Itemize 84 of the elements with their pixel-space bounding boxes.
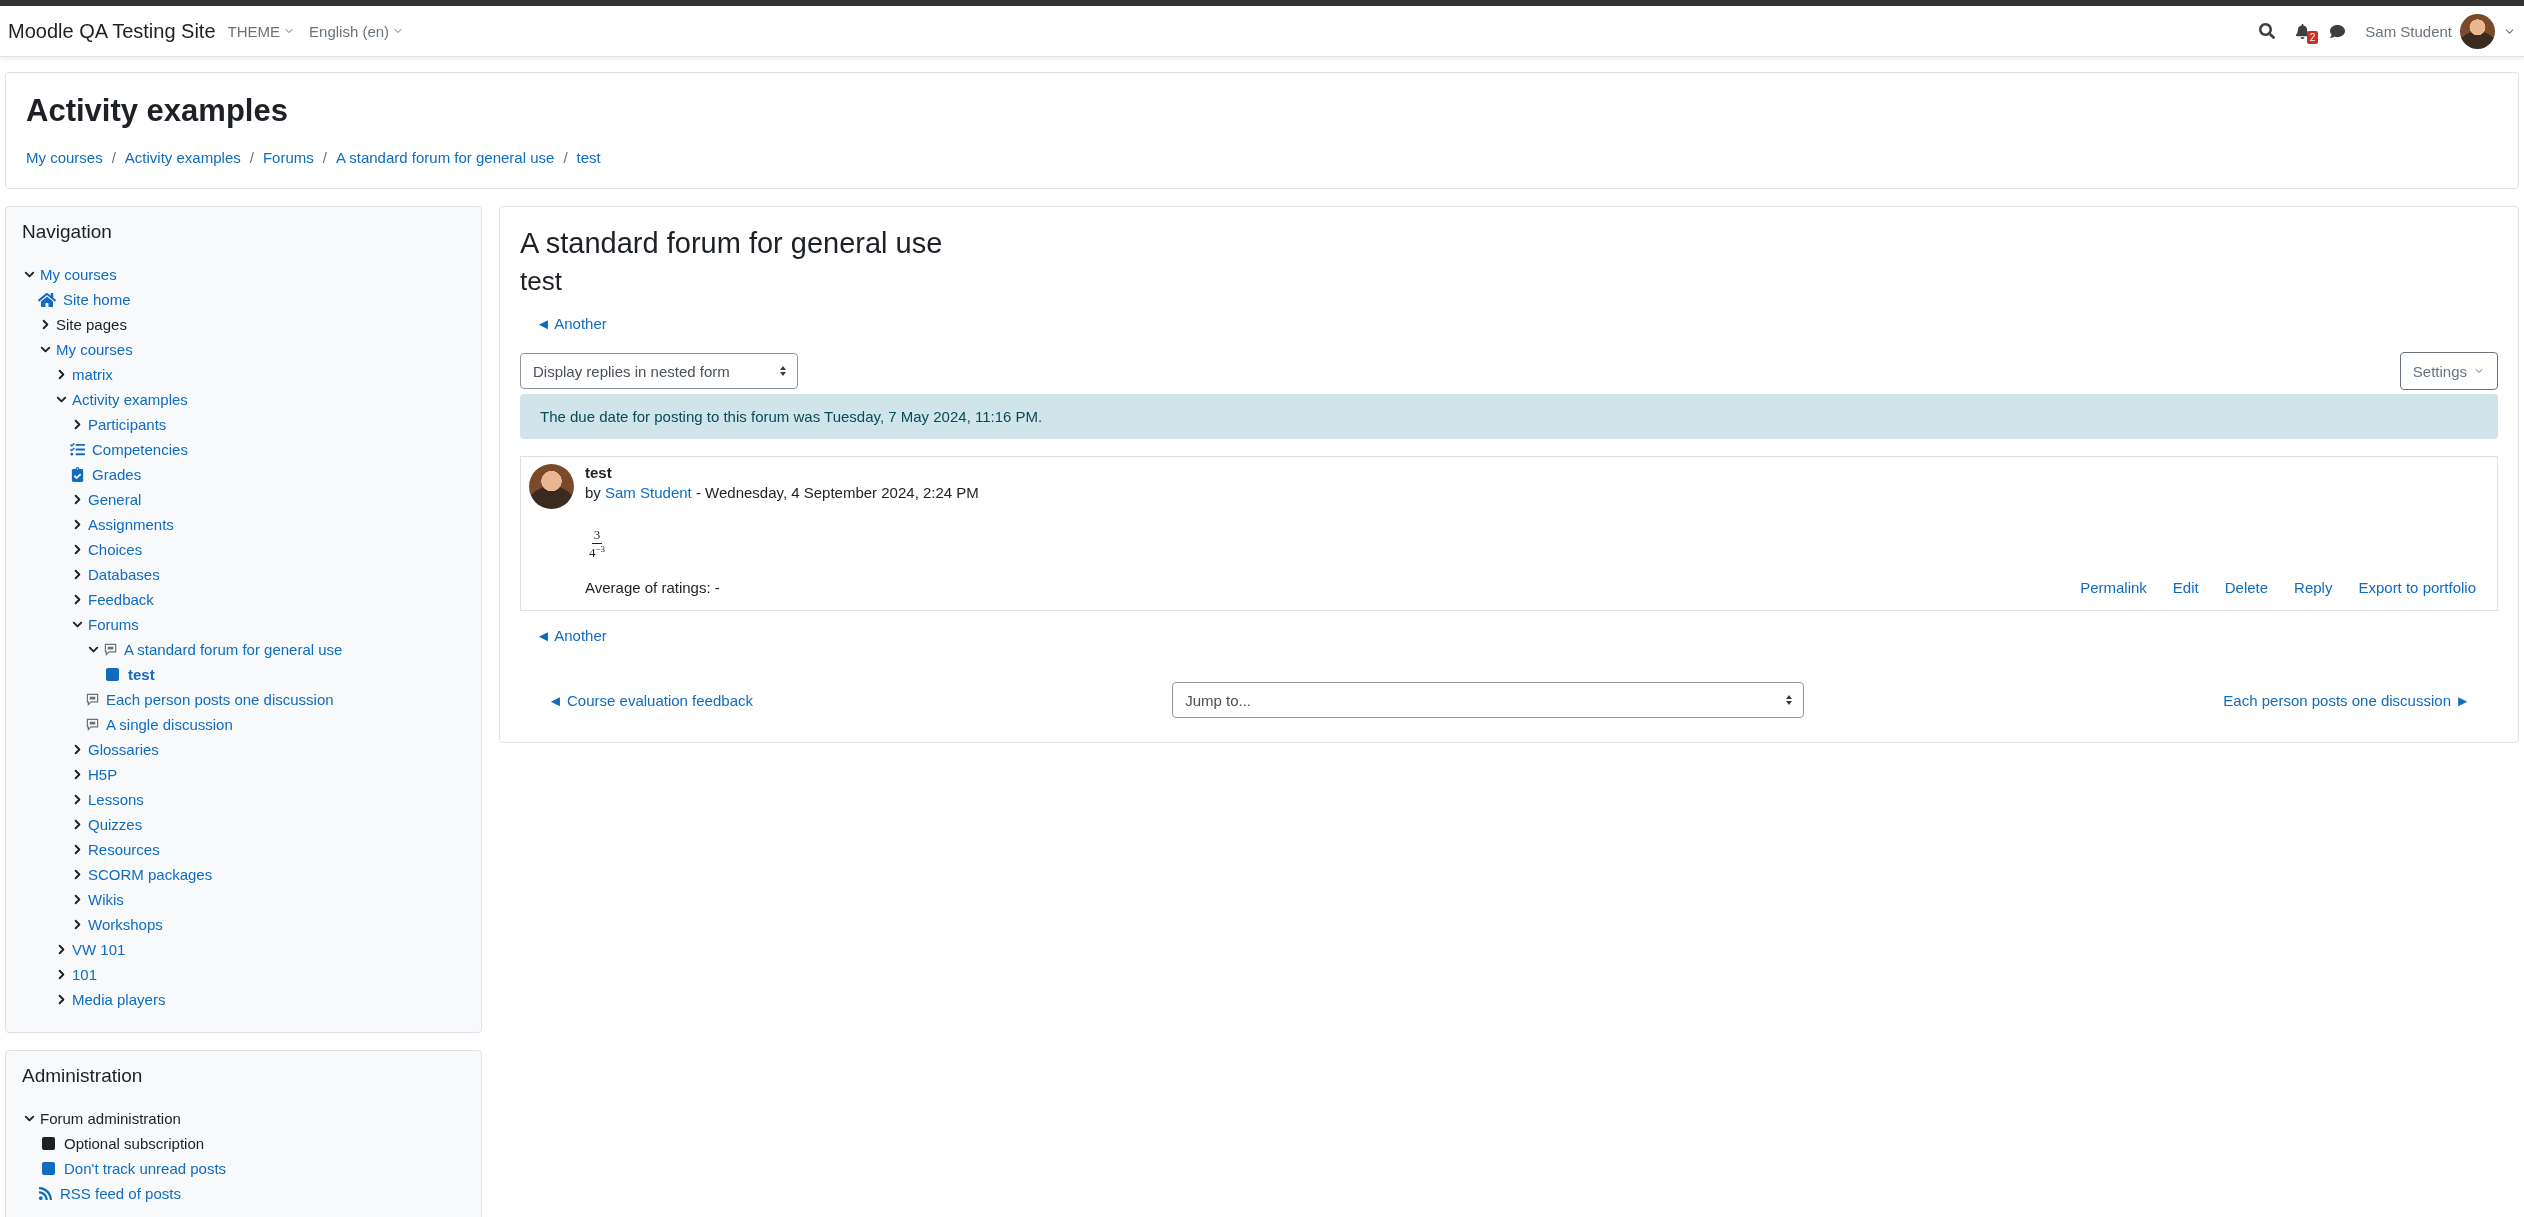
tree-item-link[interactable]: Forums <box>88 616 139 633</box>
tree-item-link[interactable]: Resources <box>88 841 160 858</box>
previous-activity-link[interactable]: ◄ Course evaluation feedback <box>548 691 753 709</box>
post-action-link[interactable]: Delete <box>2224 579 2269 597</box>
tree-item-link[interactable]: Participants <box>88 416 167 433</box>
tree-item-link[interactable]: Site pages <box>56 316 127 333</box>
search-icon[interactable] <box>2259 23 2276 39</box>
tree-item-link[interactable]: Choices <box>88 541 143 558</box>
display-mode-select[interactable]: Display replies in nested form <box>520 353 798 389</box>
breadcrumb-separator: / <box>111 149 116 166</box>
nav-menu[interactable]: THEME <box>227 22 296 40</box>
due-date-notice: The due date for posting to this forum was Tuesday, 7 May 2024, 11:16 PM. <box>520 394 2498 439</box>
tree-item-link[interactable]: Databases <box>88 566 160 583</box>
forum-title: A standard forum for general use <box>520 227 944 260</box>
tree-item-link[interactable]: VW 101 <box>72 941 126 958</box>
tree-item-link[interactable]: matrix <box>72 366 113 383</box>
tree-item-link[interactable]: Forum administration <box>40 1110 181 1127</box>
forum-icon <box>86 718 99 731</box>
breadcrumb-link[interactable]: A standard forum for general use <box>335 149 555 166</box>
tree-item-link[interactable]: A standard forum for general use <box>124 641 343 658</box>
checklist-icon <box>70 442 85 457</box>
breadcrumb-separator: / <box>249 149 254 166</box>
tree-item-link[interactable]: Grades <box>92 466 142 483</box>
tree-item-link[interactable]: Each person posts one discussion <box>106 691 334 708</box>
fraction-formula: 3 4$^{−3}$ <box>588 527 607 562</box>
next-activity-link[interactable]: Each person posts one discussion ► <box>2223 691 2470 709</box>
tree-item-link[interactable]: RSS feed of posts <box>60 1185 181 1202</box>
tree-item-link[interactable]: My courses <box>40 266 117 283</box>
site-name[interactable]: Moodle QA Testing Site <box>8 19 216 43</box>
tree-item-link[interactable]: Glossaries <box>88 741 159 758</box>
breadcrumb-link[interactable]: Forums <box>262 149 314 166</box>
tree-item-link[interactable]: Site home <box>63 291 131 308</box>
post-action-link[interactable]: Edit <box>2172 579 2199 597</box>
discussion-title: test <box>520 266 563 297</box>
avatar-icon[interactable] <box>2460 13 2495 49</box>
post-action-link[interactable]: Permalink <box>2080 579 2147 597</box>
home-icon <box>38 290 56 309</box>
post-action-link[interactable]: Reply <box>2294 579 2333 597</box>
post-byline: by Sam Student - Wednesday, 4 September 2024, 2:24 PM <box>585 484 980 501</box>
rss-icon <box>38 1186 53 1201</box>
nav-menu[interactable]: English (en) <box>309 22 405 40</box>
tree-item-link[interactable]: SCORM packages <box>88 866 213 883</box>
tree-item-link[interactable]: Lessons <box>88 791 144 808</box>
tree-item-link[interactable]: Quizzes <box>88 816 143 833</box>
settings-button[interactable]: Settings <box>2399 352 2498 390</box>
tree-item-link[interactable]: General <box>88 491 142 508</box>
breadcrumb-link[interactable]: Activity examples <box>124 149 241 166</box>
author-link[interactable]: Sam Student <box>605 484 692 501</box>
previous-discussion-link[interactable]: ◄ Another <box>520 311 623 336</box>
tree-item-link[interactable]: Assignments <box>88 516 174 533</box>
clipboard-check-icon <box>70 467 85 482</box>
chat-icon[interactable] <box>2330 23 2346 39</box>
forum-icon <box>104 643 117 656</box>
tree-item-link[interactable]: Workshops <box>88 916 163 933</box>
breadcrumb-separator: / <box>563 149 568 166</box>
ratings-text: Average of ratings: - <box>585 579 720 597</box>
tree-item-link[interactable]: Optional subscription <box>64 1135 205 1152</box>
sort-arrows-icon <box>1785 694 1794 707</box>
sort-arrows-icon <box>779 365 787 377</box>
tree-item-link[interactable]: Don't track unread posts <box>64 1160 227 1177</box>
tree-item-link[interactable]: My courses <box>56 341 133 358</box>
breadcrumb-link[interactable]: My courses <box>26 149 103 166</box>
post-action-link[interactable]: Export to portfolio <box>2358 579 2476 597</box>
author-avatar <box>529 464 574 509</box>
breadcrumb-link[interactable]: test <box>576 149 601 166</box>
tree-item-link[interactable]: Wikis <box>88 891 124 908</box>
block-title: Navigation <box>22 221 113 243</box>
previous-discussion-link[interactable]: ◄ Another <box>520 623 623 649</box>
tree-item-link[interactable]: 101 <box>72 966 98 983</box>
user-name[interactable]: Sam Student <box>2365 22 2452 40</box>
post-subject: test <box>585 464 613 481</box>
tree-item-link[interactable]: Activity examples <box>72 391 188 408</box>
block-title: Administration <box>22 1065 144 1087</box>
jump-to-select[interactable]: Jump to... <box>1172 682 1805 719</box>
tree-item-link[interactable]: test <box>128 666 155 683</box>
tree-item-link[interactable]: Media players <box>72 991 166 1008</box>
tree-item-link[interactable]: H5P <box>88 766 118 783</box>
notification-count: 2 <box>2306 30 2319 44</box>
forum-icon <box>86 693 99 706</box>
tree-item-link[interactable]: Feedback <box>88 591 154 608</box>
breadcrumb-separator: / <box>322 149 327 166</box>
tree-item-link[interactable]: A single discussion <box>106 716 233 733</box>
tree-item-link[interactable]: Competencies <box>92 441 188 458</box>
page-title: Activity examples <box>26 93 289 129</box>
